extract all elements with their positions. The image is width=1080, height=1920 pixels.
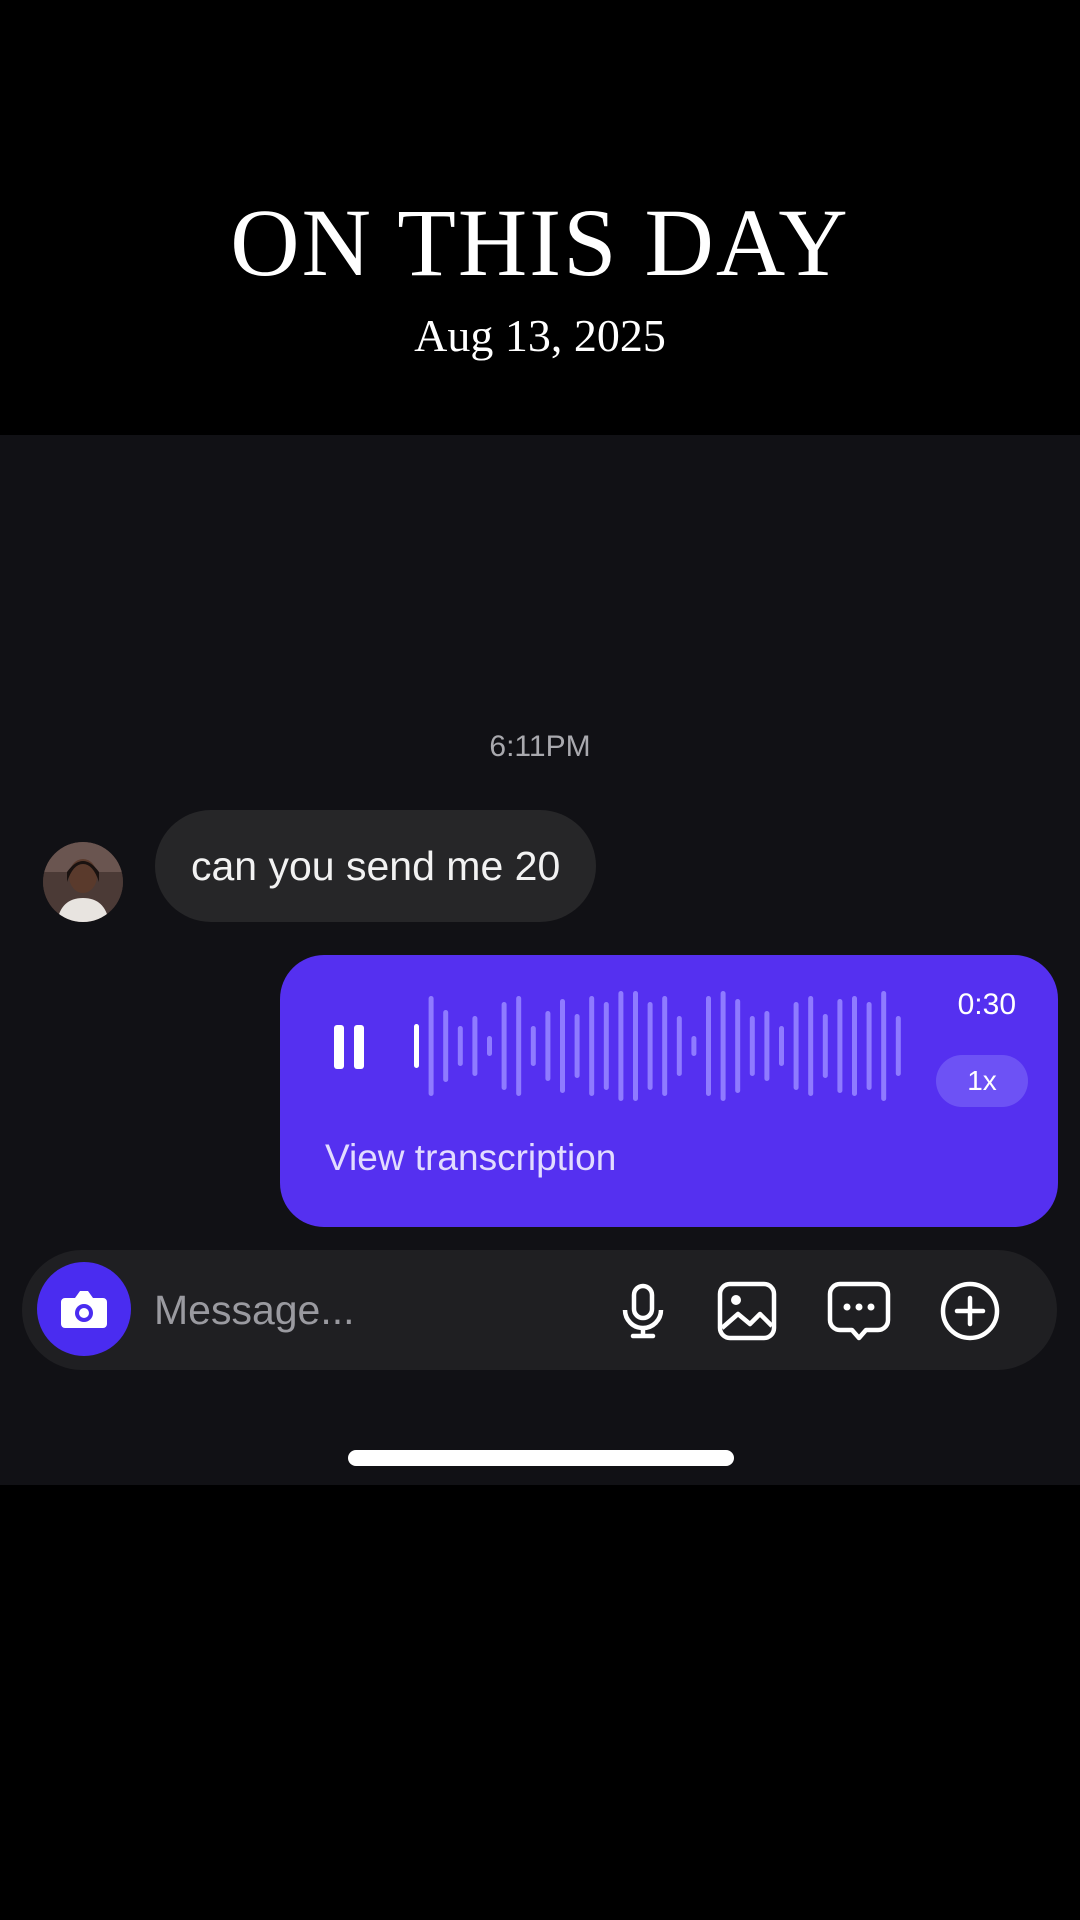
waveform-bar <box>647 1002 653 1090</box>
waveform-bar <box>457 1026 463 1066</box>
message-composer <box>22 1250 1057 1370</box>
playback-speed-button[interactable]: 1x <box>936 1055 1028 1107</box>
waveform-bar <box>487 1036 492 1056</box>
waveform-bar <box>866 1002 872 1090</box>
waveform-bar <box>516 996 522 1096</box>
waveform-bar <box>589 996 595 1096</box>
header-date: Aug 13, 2025 <box>414 310 666 361</box>
waveform-bar <box>735 999 741 1093</box>
voice-duration: 0:30 <box>957 988 1016 1021</box>
waveform-bar <box>414 1024 419 1068</box>
home-indicator[interactable] <box>348 1450 734 1466</box>
waveform-bar <box>676 1016 682 1076</box>
waveform-bar <box>472 1016 478 1076</box>
waveform-bar <box>443 1010 449 1082</box>
waveform-bar <box>779 1026 784 1066</box>
chat-bubble-icon[interactable] <box>826 1278 892 1344</box>
avatar[interactable] <box>43 842 123 922</box>
waveform-bar <box>618 991 624 1101</box>
incoming-message-bubble[interactable]: can you send me 20 <box>155 810 597 922</box>
waveform-bar <box>662 996 668 1096</box>
camera-icon <box>61 1291 107 1328</box>
waveform-bar <box>895 1016 901 1076</box>
waveform-bar <box>749 1016 755 1076</box>
plus-circle-icon[interactable] <box>937 1278 1003 1344</box>
waveform-bar <box>560 999 565 1093</box>
camera-button[interactable] <box>37 1262 131 1356</box>
waveform-bar <box>852 996 857 1096</box>
waveform-bar <box>720 991 726 1101</box>
view-transcription-link[interactable]: View transcription <box>325 1133 616 1183</box>
waveform-bar <box>691 1036 697 1056</box>
waveform-bar <box>530 1026 536 1066</box>
waveform-bar <box>706 996 711 1096</box>
chat-screenshot: 6:11PM can you send me 20 0:30 1x View t… <box>0 435 1080 1485</box>
waveform-bar <box>837 999 843 1093</box>
message-timestamp: 6:11PM <box>489 730 591 763</box>
voice-message-bubble[interactable]: 0:30 1x View transcription <box>280 955 1058 1227</box>
waveform-bar <box>793 1002 799 1090</box>
header-title: ON THIS DAY <box>230 189 850 296</box>
waveform[interactable] <box>408 985 913 1107</box>
waveform-bar <box>603 1002 609 1090</box>
image-icon[interactable] <box>714 1278 780 1344</box>
microphone-icon[interactable] <box>610 1278 676 1344</box>
waveform-bar <box>633 991 638 1101</box>
waveform-bar <box>764 1011 770 1081</box>
memory-header: ON THIS DAY Aug 13, 2025 <box>0 0 1080 435</box>
waveform-bar <box>808 996 814 1096</box>
waveform-bar <box>822 1014 828 1078</box>
message-input[interactable] <box>154 1280 574 1340</box>
waveform-bar <box>545 1011 551 1081</box>
waveform-bar <box>574 1014 580 1078</box>
waveform-bar <box>428 996 434 1096</box>
waveform-bar <box>881 991 887 1101</box>
waveform-bar <box>501 1002 507 1090</box>
pause-icon[interactable] <box>332 1025 366 1075</box>
